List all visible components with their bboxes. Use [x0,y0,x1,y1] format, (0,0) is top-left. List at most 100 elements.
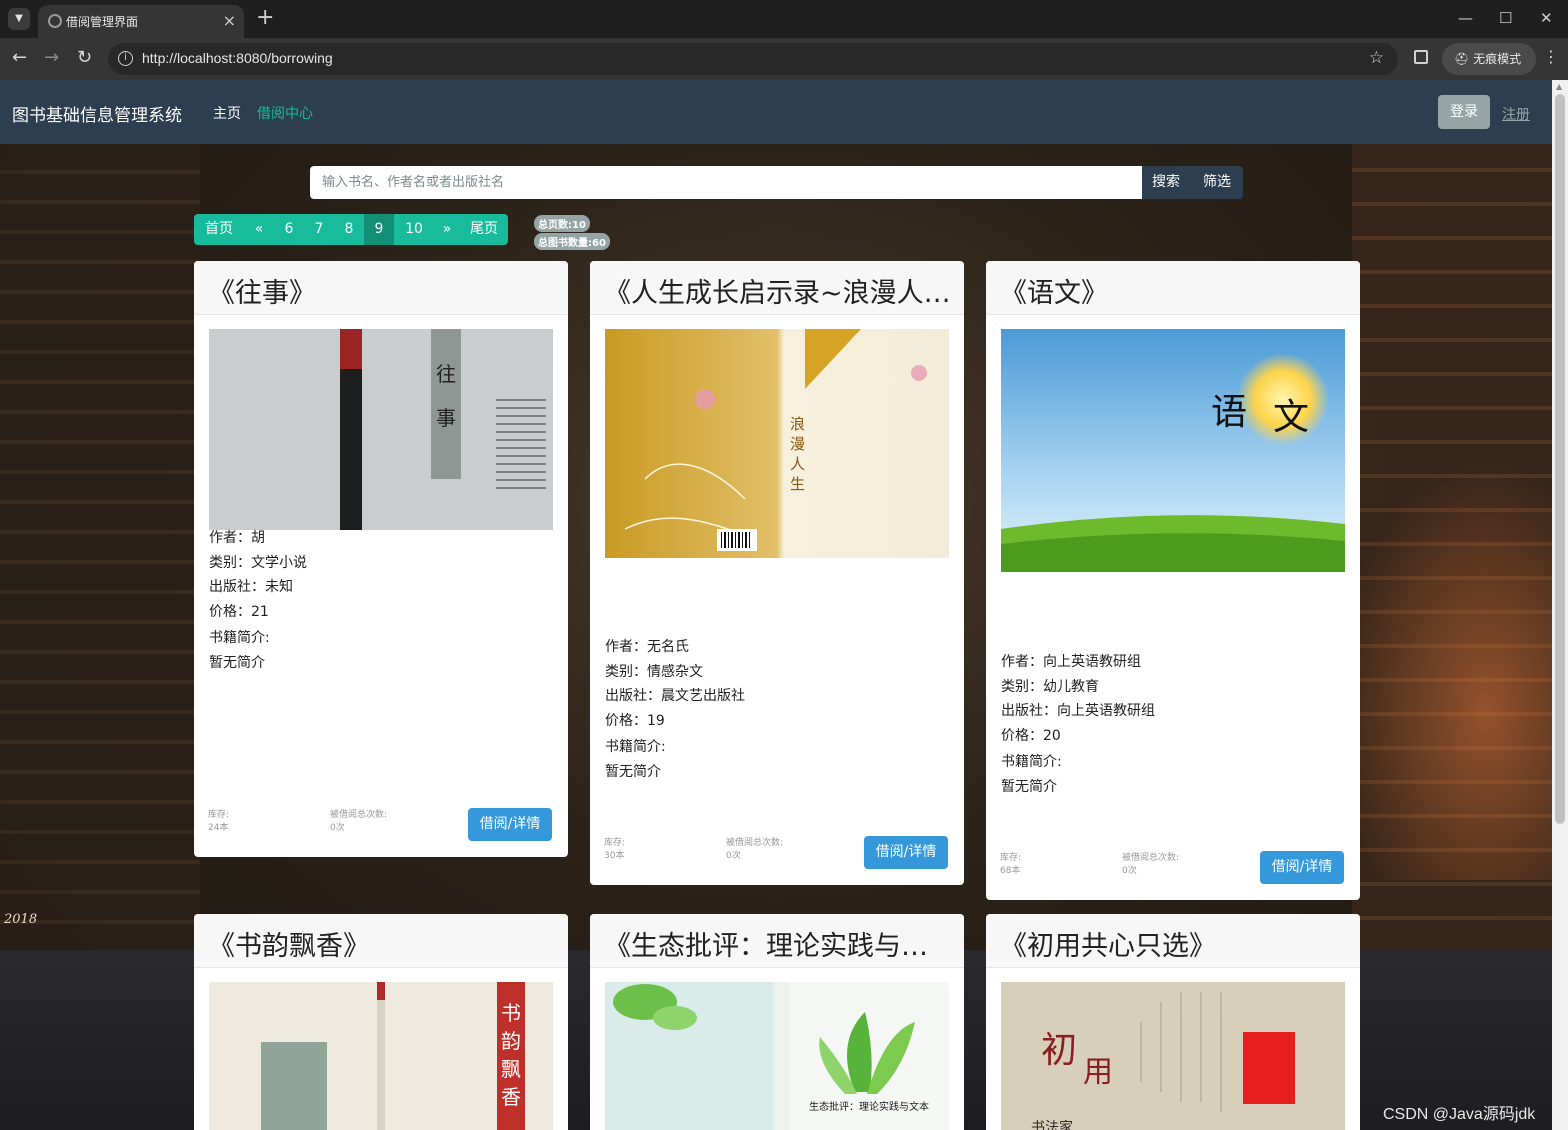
intro-value: 暂无简介 [605,763,661,780]
borrow-details-button[interactable]: 借阅/详情 [864,836,948,869]
register-link[interactable]: 注册 [1502,104,1530,124]
book-meta: 作者：向上英语教研组 类别：幼儿教育 出版社：向上英语教研组 价格：20 书籍简… [1001,650,1155,799]
borrow-count-label: 被借阅总次数: [330,810,388,820]
svg-text:生: 生 [790,475,805,493]
page-number[interactable]: 6 [274,214,304,245]
site-info-icon[interactable]: i [118,51,133,66]
card-header: 《语文》 [986,261,1360,315]
page-prev[interactable]: « [244,214,274,245]
login-button[interactable]: 登录 [1438,95,1490,129]
top-navbar: 图书基础信息管理系统 主页 借阅中心 登录 注册 [0,80,1552,144]
book-cover: 生态批评：理论实践与文本 [605,982,949,1130]
author-label: 作者： [605,639,647,655]
search-input[interactable] [310,166,1142,199]
incognito-icon: ⛑ [1454,52,1470,66]
address-bar[interactable]: i http://localhost:8080/borrowing ☆ [108,43,1398,75]
publisher-row: 出版社：向上英语教研组 [1001,699,1155,724]
category-label: 类别： [209,554,251,571]
publisher-value: 向上英语教研组 [1057,703,1155,719]
scroll-thumb[interactable] [1555,94,1565,824]
brand-title[interactable]: 图书基础信息管理系统 [12,101,182,126]
book-card: 《书韵飘香》 书 韵 飘 香 [194,914,568,1130]
price-label: 价格： [605,712,647,729]
page-last[interactable]: 尾页 [460,214,508,245]
stock-info: 库存: 24本 [208,809,229,835]
pagination: 首页 « 6 7 8 9 10 » 尾页 [194,214,508,245]
page-number[interactable]: 7 [304,214,334,245]
stock-label: 库存: [1000,853,1022,863]
category-row: 类别：文学小说 [209,551,307,576]
svg-text:用: 用 [1083,1055,1113,1090]
author-value: 胡 [251,530,265,546]
incognito-badge[interactable]: ⛑ 无痕模式 [1442,43,1536,75]
minimize-icon[interactable]: — [1458,9,1473,27]
reload-icon[interactable]: ↻ [77,47,92,68]
publisher-row: 出版社：未知 [209,575,307,600]
forward-icon[interactable]: → [44,47,59,68]
price-row: 价格：20 [1001,724,1155,749]
borrow-details-button[interactable]: 借阅/详情 [468,808,552,841]
background-bookshelf-left [0,144,200,950]
publisher-label: 出版社： [605,688,661,704]
page-scrollbar[interactable]: ▲ [1552,80,1568,1130]
book-card: 《往事》 往 事 作者：胡 类别：文学小说 出版社：未知 价格：21 书籍简介:… [194,261,568,857]
search-bar: 搜索 筛选 [310,166,1243,199]
category-label: 类别： [605,663,647,680]
new-tab-icon[interactable]: + [256,6,274,30]
book-card: 《初用共心只选》 初 用 书法家 [986,914,1360,1130]
search-button[interactable]: 搜索 [1152,166,1180,199]
borrow-count-info: 被借阅总次数: 0次 [726,837,783,863]
tab-title: 借阅管理界面 [66,15,139,29]
borrow-details-button[interactable]: 借阅/详情 [1260,851,1344,884]
background-lamp-glow [1332,460,1552,880]
browser-toolbar: ← → ↻ i http://localhost:8080/borrowing … [0,38,1568,80]
svg-text:事: 事 [436,406,456,430]
nav-borrowing-link[interactable]: 借阅中心 [257,103,313,123]
svg-text:往: 往 [436,362,456,386]
author-value: 无名氏 [647,639,689,655]
book-title: 《书韵飘香》 [208,931,370,962]
category-value: 幼儿教育 [1043,678,1099,695]
search-button-group: 搜索 筛选 [1142,166,1243,199]
author-value: 向上英语教研组 [1043,654,1141,670]
svg-text:书: 书 [501,1001,521,1025]
borrow-count-label: 被借阅总次数: [1122,853,1180,863]
background-year-mark: 2018 [4,912,38,927]
price-row: 价格：21 [209,600,307,625]
svg-text:初: 初 [1041,1030,1077,1071]
price-label: 价格： [1001,727,1043,744]
browser-tab[interactable]: 借阅管理界面 × [38,5,244,38]
url-text: http://localhost:8080/borrowing [142,50,333,66]
book-meta: 作者：胡 类别：文学小说 出版社：未知 价格：21 书籍简介: 暂无简介 [209,526,307,675]
svg-text:书法家: 书法家 [1031,1119,1073,1130]
scroll-up-icon[interactable]: ▲ [1556,82,1562,91]
page-next[interactable]: » [434,214,460,245]
page-number[interactable]: 8 [334,214,364,245]
close-window-icon[interactable]: ✕ [1540,9,1553,27]
publisher-value: 未知 [265,579,293,595]
filter-button[interactable]: 筛选 [1203,166,1231,199]
author-label: 作者： [209,530,251,546]
price-value: 20 [1043,727,1061,744]
page-number-active[interactable]: 9 [364,214,394,245]
side-panel-icon[interactable] [1414,50,1428,64]
svg-text:文: 文 [1273,397,1309,438]
close-tab-icon[interactable]: × [223,11,236,30]
page-number[interactable]: 10 [394,214,434,245]
tab-search-icon[interactable]: ▼ [8,8,30,30]
borrow-count-value: 0次 [726,851,741,861]
category-value: 情感杂文 [647,663,703,680]
total-pages-badge: 总页数:10 [534,215,590,232]
maximize-icon[interactable]: ☐ [1499,9,1512,27]
svg-text:语: 语 [1211,392,1247,433]
back-icon[interactable]: ← [12,47,27,68]
stock-value: 30本 [604,851,625,861]
borrow-count-value: 0次 [330,823,345,833]
stock-value: 24本 [208,823,229,833]
nav-home-link[interactable]: 主页 [213,103,241,123]
page-first[interactable]: 首页 [194,214,244,245]
bookmark-star-icon[interactable]: ☆ [1369,48,1384,68]
author-row: 作者：向上英语教研组 [1001,650,1155,675]
browser-menu-icon[interactable]: ⋮ [1543,47,1559,66]
book-meta: 作者：无名氏 类别：情感杂文 出版社：晨文艺出版社 价格：19 书籍简介: 暂无… [605,635,745,784]
